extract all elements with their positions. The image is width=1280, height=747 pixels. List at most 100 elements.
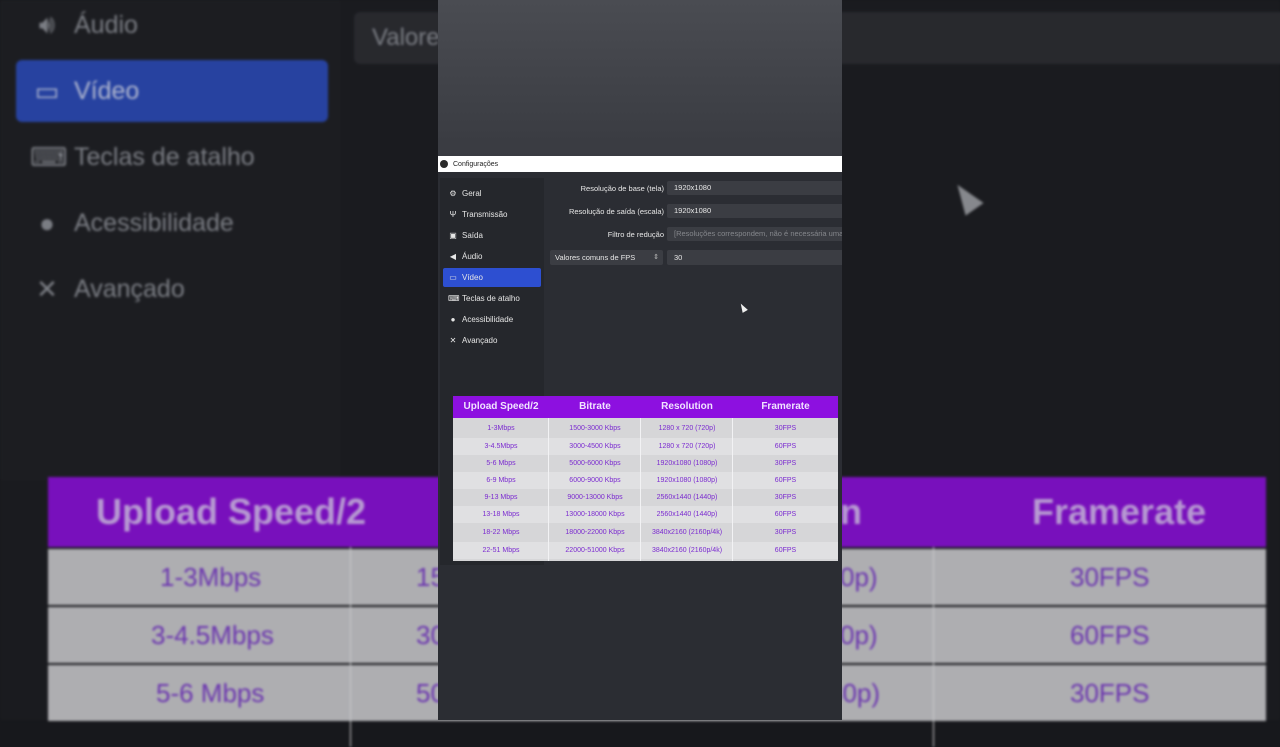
header-upload-speed: Upload Speed/2	[463, 401, 539, 412]
updown-arrow-icon: ⇕	[653, 254, 659, 261]
table-cell: 5-6 Mbps	[486, 460, 516, 467]
table-cell: 6-9 Mbps	[486, 477, 516, 484]
table-cell: 18-22 Mbps	[482, 529, 520, 536]
keyboard-icon: ⌨	[448, 294, 460, 303]
bg-cell: 0p)	[840, 562, 878, 592]
accessibility-icon: ●	[450, 315, 456, 324]
table-cell: 9000-13000 Kbps	[567, 494, 623, 501]
table-row: 3-4.5Mbps 3000-4500 Kbps 1280 x 720 (720…	[453, 438, 838, 455]
mouse-cursor-icon	[738, 302, 748, 313]
obs-logo-icon	[440, 160, 448, 168]
accessibility-icon: ●	[39, 207, 55, 238]
table-cell: 60FPS	[774, 547, 797, 554]
table-cell: 9-13 Mbps	[484, 494, 518, 501]
table-row: 18-22 Mbps 18000-22000 Kbps 3840x2160 (2…	[453, 524, 838, 541]
bg-mouse-cursor-icon	[948, 178, 984, 216]
bg-header-cell: Upload Speed/2	[96, 491, 367, 532]
sidebar-item-advanced[interactable]: ✕ Avançado	[443, 331, 541, 350]
table-col-divider	[640, 418, 641, 561]
downscale-filter-label: Filtro de redução	[607, 230, 664, 239]
table-cell: 1280 x 720 (720p)	[658, 443, 716, 450]
fps-value-field[interactable]: 30	[667, 250, 842, 265]
sidebar-item-label: Vídeo	[462, 273, 483, 282]
tools-icon: ✕	[36, 273, 58, 304]
background-sidebar: 🔊︎ Áudio ▭ Vídeo ⌨ Teclas de atalho ● Ac…	[0, 0, 340, 480]
table-cell: 1500-3000 Kbps	[569, 425, 621, 432]
bg-cell: 3-4.5Mbps	[151, 620, 274, 650]
bitrate-table: Upload Speed/2 Bitrate Resolution Framer…	[453, 396, 838, 561]
bg-sidebar-label: Acessibilidade	[74, 208, 234, 237]
base-resolution-label: Resolução de base (tela)	[580, 184, 664, 193]
bg-sidebar-label: Áudio	[74, 10, 138, 39]
bg-sidebar-item-accessibility: ● Acessibilidade	[16, 192, 328, 254]
table-cell: 22-51 Mbps	[482, 547, 520, 554]
sidebar-item-label: Saída	[462, 231, 483, 240]
sidebar-item-output[interactable]: ▣ Saída	[443, 226, 541, 245]
settings-window: ⚙ Geral Ψ Transmissão ▣ Saída ◀ Áudio ▭ …	[438, 172, 842, 720]
base-resolution-field[interactable]: 1920x1080	[667, 181, 842, 195]
speaker-icon: ◀	[449, 252, 457, 261]
window-titlebar[interactable]: Configurações	[438, 156, 842, 172]
output-resolution-field[interactable]: 1920x1080	[667, 204, 842, 218]
table-cell: 22000-51000 Kbps	[565, 547, 625, 554]
fps-type-select-label: Valores comuns de FPS	[555, 253, 636, 262]
table-row: 22-51 Mbps 22000-51000 Kbps 3840x2160 (2…	[453, 542, 838, 559]
output-resolution-label: Resolução de saída (escala)	[568, 207, 664, 216]
bg-sidebar-label: Avançado	[74, 274, 185, 303]
sidebar-item-label: Acessibilidade	[462, 315, 514, 324]
bg-col-divider	[350, 547, 351, 747]
table-cell: 30FPS	[774, 529, 797, 536]
bg-cell: 1-3Mbps	[160, 562, 262, 592]
sidebar-item-video[interactable]: ▭ Vídeo	[443, 268, 541, 287]
table-cell: 1920x1080 (1080p)	[656, 477, 718, 484]
speaker-icon: 🔊︎	[38, 9, 56, 39]
sidebar-item-general[interactable]: ⚙ Geral	[443, 184, 541, 203]
table-cell: 30FPS	[774, 460, 797, 467]
fps-type-select[interactable]: Valores comuns de FPS ⇕	[550, 250, 663, 265]
table-cell: 2560x1440 (1440p)	[656, 494, 718, 501]
bg-sidebar-item-video: ▭ Vídeo	[16, 60, 328, 122]
table-col-divider	[548, 418, 549, 561]
table-cell: 3-4.5Mbps	[484, 443, 518, 450]
table-cell: 13-18 Mbps	[482, 511, 520, 518]
header-framerate: Framerate	[761, 401, 810, 412]
sidebar-item-stream[interactable]: Ψ Transmissão	[443, 205, 541, 224]
sidebar-item-audio[interactable]: ◀ Áudio	[443, 247, 541, 266]
table-header: Upload Speed/2 Bitrate Resolution Framer…	[453, 396, 838, 418]
gear-icon: ⚙	[449, 189, 457, 198]
phone-panel: Configurações ⚙ Geral Ψ Transmissão ▣ Sa…	[438, 0, 842, 720]
sidebar-item-hotkeys[interactable]: ⌨ Teclas de atalho	[443, 289, 541, 308]
antenna-icon: Ψ	[449, 210, 457, 219]
bg-sidebar-label: Teclas de atalho	[74, 142, 255, 171]
table-row: 9-13 Mbps 9000-13000 Kbps 2560x1440 (144…	[453, 489, 838, 506]
bg-sidebar-item-advanced: ✕ Avançado	[16, 258, 328, 320]
table-col-divider	[732, 418, 733, 561]
sidebar-item-label: Teclas de atalho	[462, 294, 520, 303]
output-icon: ▣	[449, 231, 457, 240]
sidebar-item-label: Geral	[462, 189, 482, 198]
table-cell: 2560x1440 (1440p)	[656, 511, 718, 518]
table-cell: 6000-9000 Kbps	[569, 477, 621, 484]
sidebar-item-accessibility[interactable]: ● Acessibilidade	[443, 310, 541, 329]
monitor-icon: ▭	[34, 75, 60, 106]
window-title: Configurações	[453, 160, 499, 168]
table-cell: 5000-6000 Kbps	[569, 460, 621, 467]
tools-icon: ✕	[449, 336, 457, 345]
sidebar-item-label: Áudio	[462, 252, 483, 261]
header-bitrate: Bitrate	[579, 401, 611, 412]
bg-sidebar-item-hotkeys: ⌨ Teclas de atalho	[16, 126, 328, 188]
bg-cell: 5-6 Mbps	[156, 678, 265, 708]
table-row: 6-9 Mbps 6000-9000 Kbps 1920x1080 (1080p…	[453, 472, 838, 489]
table-row: 1-3Mbps 1500-3000 Kbps 1280 x 720 (720p)…	[453, 420, 838, 437]
bg-col-divider	[933, 547, 934, 747]
table-cell: 30FPS	[774, 494, 797, 501]
table-cell: 60FPS	[774, 443, 797, 450]
bg-cell: 60FPS	[1070, 620, 1150, 650]
sidebar-item-label: Transmissão	[462, 210, 508, 219]
table-cell: 60FPS	[774, 477, 797, 484]
bg-header-cell: Framerate	[1032, 491, 1207, 532]
sidebar-item-label: Avançado	[462, 336, 498, 345]
table-cell: 18000-22000 Kbps	[565, 529, 625, 536]
table-cell: 3000-4500 Kbps	[569, 443, 621, 450]
bg-cell: 30FPS	[1070, 562, 1150, 592]
